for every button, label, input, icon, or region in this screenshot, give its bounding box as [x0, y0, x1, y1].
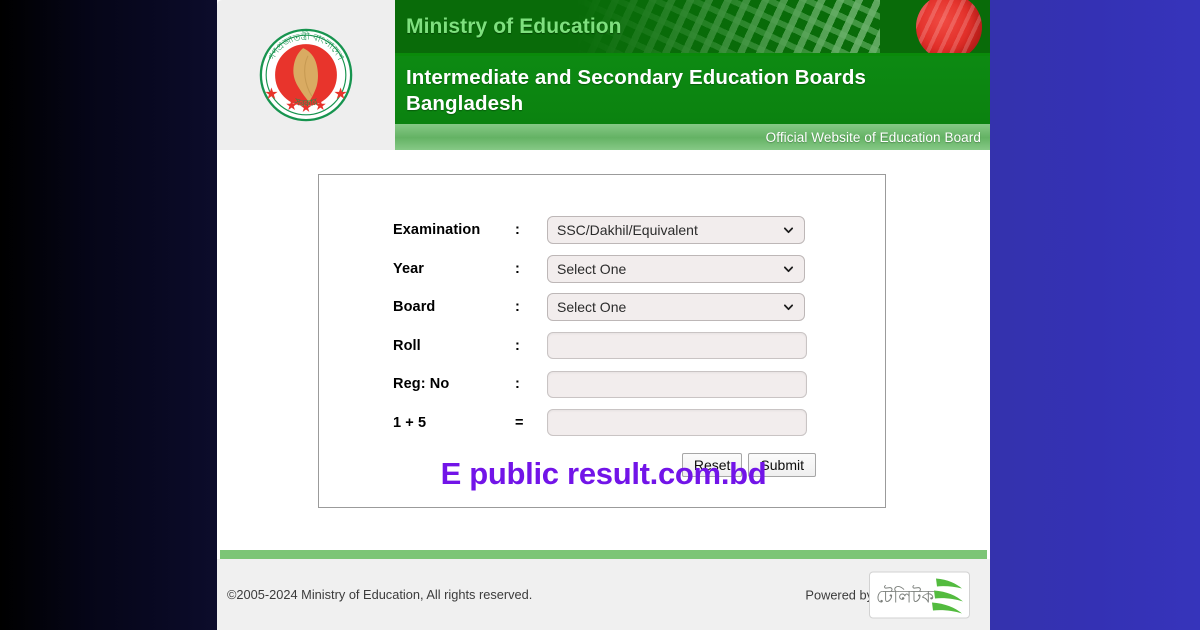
- boards-band: Intermediate and Secondary Education Boa…: [395, 56, 990, 124]
- svg-text:টেলিটক: টেলিটক: [876, 586, 934, 607]
- label-board: Board: [393, 299, 436, 316]
- label-roll: Roll: [393, 337, 421, 354]
- separator-registration: :: [515, 376, 520, 393]
- form-row-roll: Roll :: [319, 327, 885, 366]
- teletalk-logo[interactable]: টেলিটক: [869, 571, 970, 618]
- registration-no-input[interactable]: [547, 370, 807, 398]
- site-watermark: E public result.com.bd: [440, 456, 767, 491]
- separator-roll: :: [515, 337, 520, 354]
- form-row-examination: Examination : SSC/Dakhil/Equivalent: [319, 211, 885, 250]
- captcha-answer-input[interactable]: [547, 409, 807, 437]
- year-select[interactable]: Select One: [547, 254, 805, 283]
- ministry-title: Ministry of Education: [406, 14, 622, 38]
- form-row-captcha: 1 + 5 =: [319, 404, 885, 443]
- page-content: গণপ্রজাতন্ত্রী বাংলাদেশ সরকার Ministry o…: [217, 0, 990, 630]
- examination-select-value: SSC/Dakhil/Equivalent: [557, 222, 698, 239]
- right-background-gutter: [990, 0, 1200, 630]
- site-header: গণপ্রজাতন্ত্রী বাংলাদেশ সরকার Ministry o…: [217, 0, 990, 150]
- bangladesh-government-seal-icon: গণপ্রজাতন্ত্রী বাংলাদেশ সরকার: [259, 28, 353, 122]
- separator-examination: :: [515, 222, 520, 239]
- examination-select[interactable]: SSC/Dakhil/Equivalent: [547, 216, 805, 245]
- official-website-band: Official Website of Education Board: [395, 124, 990, 150]
- label-examination: Examination: [393, 222, 481, 239]
- separator-year: :: [515, 260, 520, 277]
- government-seal-panel: গণপ্রজাতন্ত্রী বাংলাদেশ সরকার: [217, 0, 395, 150]
- main-content: Examination : SSC/Dakhil/Equivalent Year…: [217, 150, 990, 550]
- label-captcha-question: 1 + 5: [393, 414, 427, 431]
- official-website-note: Official Website of Education Board: [765, 129, 981, 145]
- ministry-band: Ministry of Education: [395, 0, 990, 53]
- board-select-value: Select One: [557, 299, 627, 316]
- boards-title: Intermediate and Secondary Education Boa…: [406, 65, 866, 115]
- chevron-down-icon: [783, 266, 794, 272]
- chevron-down-icon: [783, 227, 794, 234]
- label-year: Year: [393, 260, 425, 277]
- left-background-gutter: [0, 0, 217, 630]
- chevron-down-icon: [783, 304, 794, 311]
- site-footer: ©2005-2024 Ministry of Education, All ri…: [217, 559, 990, 630]
- footer-divider: [220, 550, 987, 559]
- powered-by-label: Powered by: [805, 587, 873, 602]
- separator-board: :: [515, 299, 520, 316]
- form-row-board: Board : Select One: [319, 288, 885, 327]
- year-select-value: Select One: [557, 260, 627, 277]
- form-rows: Examination : SSC/Dakhil/Equivalent Year…: [319, 175, 885, 477]
- copyright-text: ©2005-2024 Ministry of Education, All ri…: [227, 587, 533, 602]
- bangladesh-flag-circle-decoration: [916, 0, 982, 53]
- form-row-year: Year : Select One: [319, 250, 885, 289]
- form-row-registration: Reg: No :: [319, 365, 885, 404]
- board-select[interactable]: Select One: [547, 293, 805, 322]
- header-text-area: Ministry of Education Intermediate and S…: [395, 0, 990, 150]
- teletalk-logo-icon: টেলিটক: [876, 578, 963, 614]
- roll-input[interactable]: [547, 332, 807, 360]
- label-registration-no: Reg: No: [393, 376, 450, 393]
- separator-captcha: =: [515, 414, 524, 431]
